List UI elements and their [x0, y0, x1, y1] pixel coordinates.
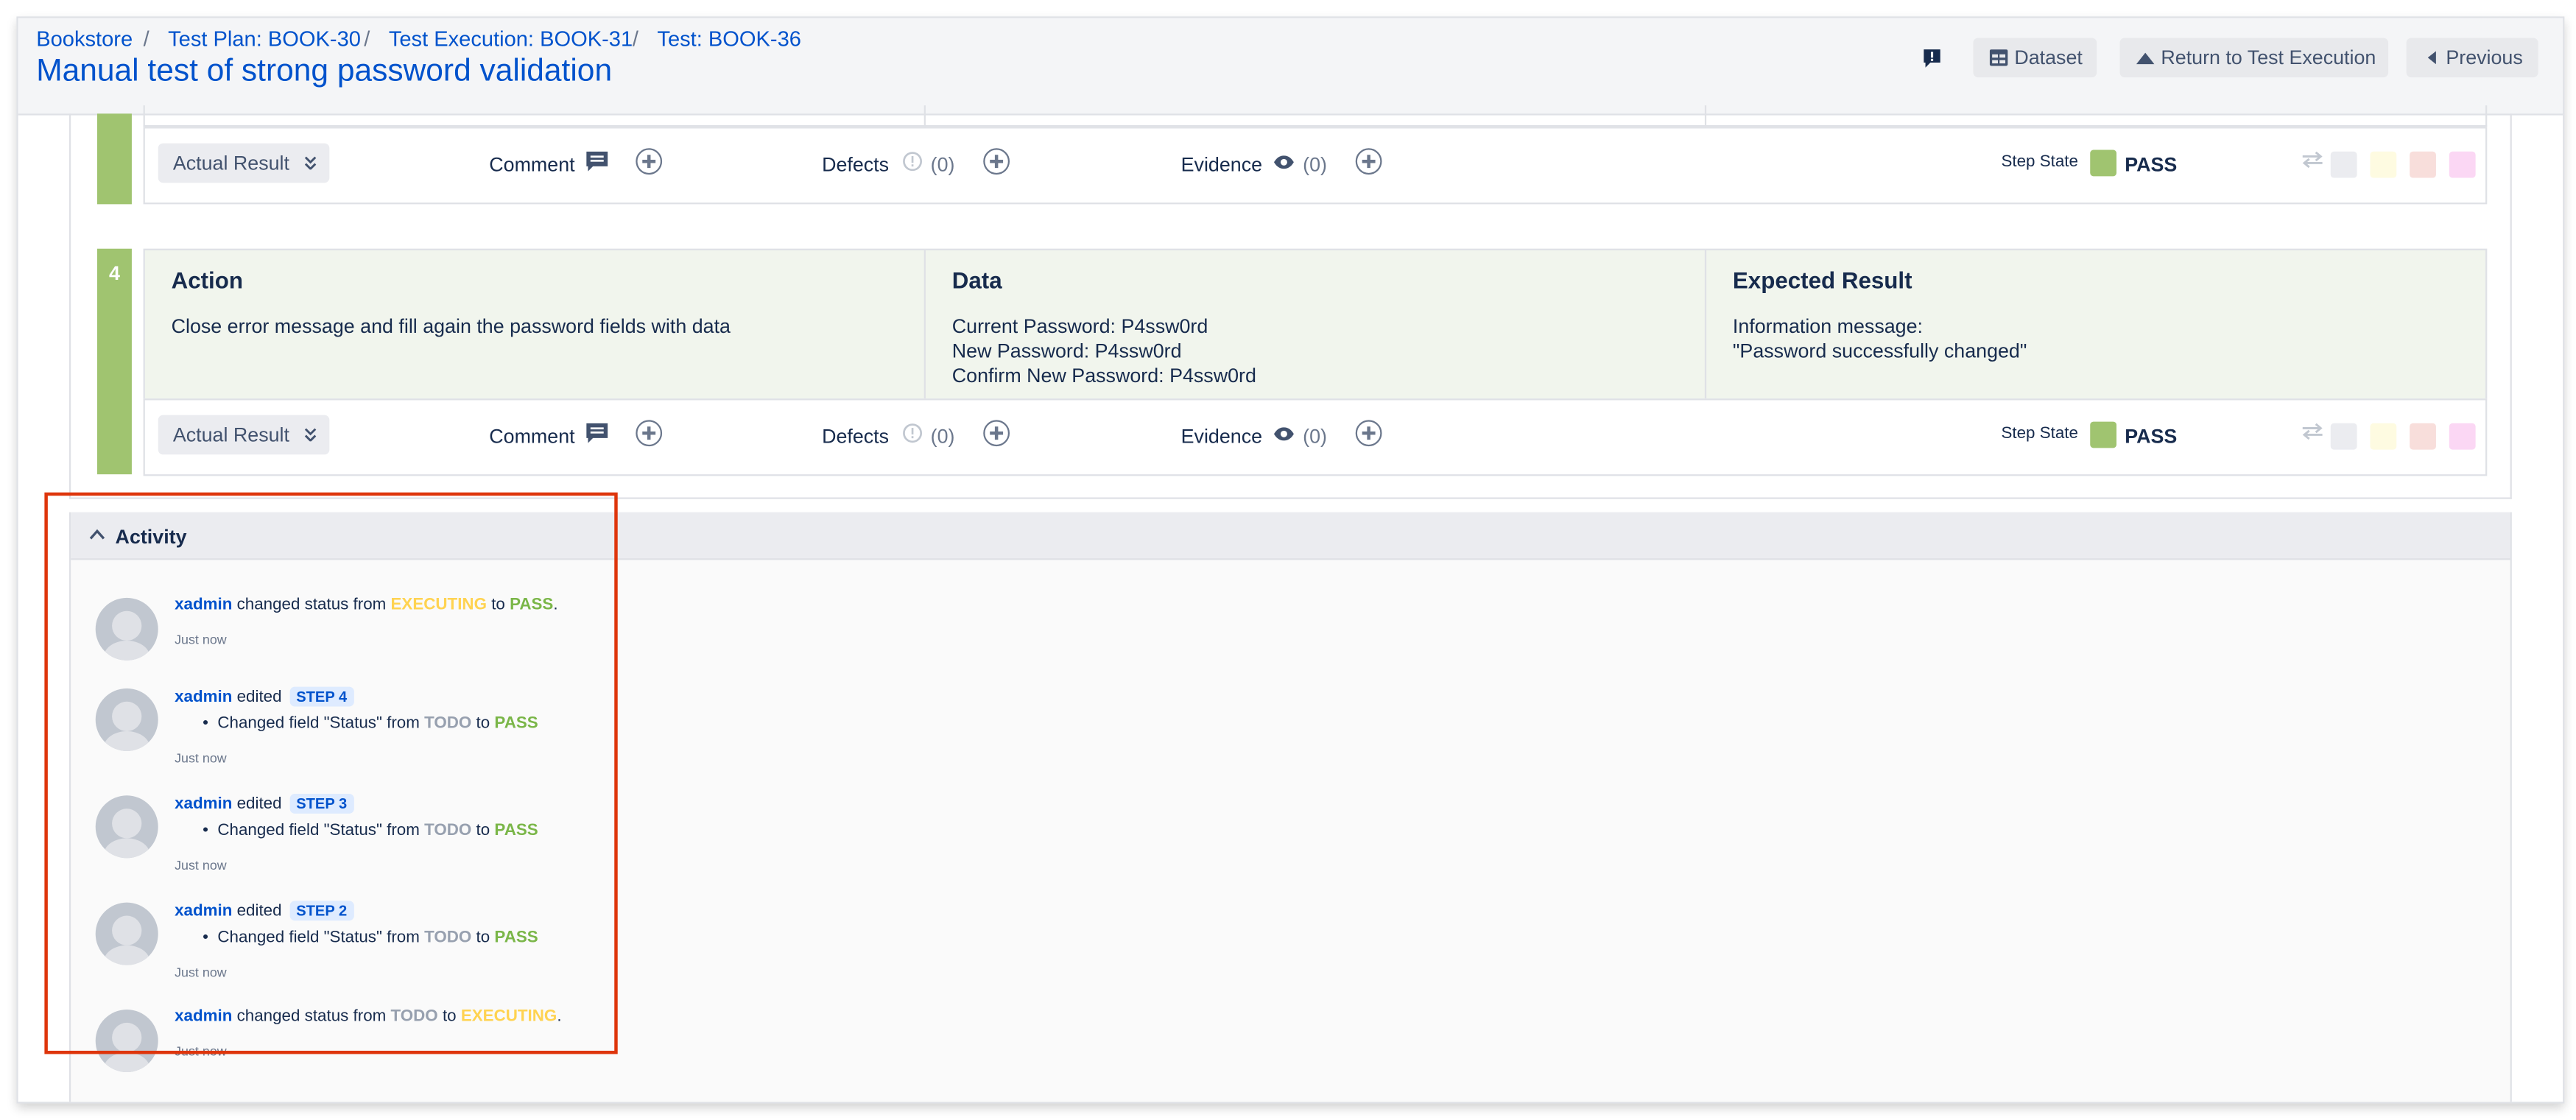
data-line: Current Password: P4ssw0rd [951, 314, 1208, 338]
page-header: Bookstore / Test Plan: BOOK-30 / Test Ex… [18, 18, 2563, 116]
info-icon [903, 423, 923, 443]
test-steps-panel: Actual Result Comment Defects (0) Eviden… [68, 105, 2512, 499]
defects-label: Defects [822, 153, 890, 177]
step-4-expected: Information message: "Password successfu… [1733, 314, 2459, 364]
evidence-label: Evidence [1180, 425, 1263, 448]
table-icon [1989, 49, 2008, 66]
step-state-label: Step State [2001, 153, 2078, 172]
evidence-label: Evidence [1180, 153, 1263, 177]
step-state-value: PASS [2125, 153, 2178, 177]
step-4-action: Close error message and fill again the p… [171, 314, 731, 338]
defects-count: (0) [930, 425, 955, 448]
comment-label: Comment [489, 425, 575, 448]
highlight-box [44, 492, 618, 1054]
step-state-swatch [2090, 421, 2117, 448]
step-3-actions-bar: Actual Result Comment Defects (0) Eviden… [143, 127, 2488, 205]
actual-result-label: Actual Result [172, 423, 289, 447]
comment-icon[interactable] [586, 423, 608, 443]
data-line: Confirm New Password: P4ssw0rd [951, 364, 1256, 387]
status-todo-button[interactable] [2330, 423, 2357, 450]
triangle-left-icon [2427, 51, 2436, 65]
actual-result-toggle[interactable]: Actual Result [158, 415, 330, 455]
status-executing-button[interactable] [2370, 423, 2397, 450]
data-header: Data [951, 267, 1002, 294]
step-state-swatch [2090, 149, 2117, 177]
expected-line: Information message: [1732, 314, 1923, 338]
comment-icon[interactable] [586, 151, 608, 172]
breadcrumb-test-plan[interactable]: Test Plan: BOOK-30 [168, 27, 361, 52]
triangle-up-icon [2136, 52, 2155, 64]
breadcrumb-test[interactable]: Test: BOOK-36 [657, 27, 801, 52]
double-chevron-down-icon [304, 156, 316, 170]
add-comment-icon[interactable] [636, 148, 663, 175]
step-state-value: PASS [2125, 425, 2178, 448]
previous-button[interactable]: Previous [2406, 38, 2538, 78]
step-number-3 [96, 113, 132, 205]
breadcrumb-bookstore[interactable]: Bookstore [36, 27, 133, 52]
status-todo-button[interactable] [2330, 151, 2357, 178]
defects-count: (0) [930, 153, 955, 177]
swap-icon[interactable] [2301, 423, 2324, 440]
dataset-button-label: Dataset [2014, 46, 2083, 69]
breadcrumb-separator: / [632, 26, 638, 52]
breadcrumb-separator: / [364, 26, 370, 52]
step-4-actions-bar: Actual Result Comment Defects (0) Eviden… [143, 398, 2488, 476]
status-fail-button[interactable] [2410, 151, 2436, 178]
step-4-action-column: Action Close error message and fill agai… [145, 250, 926, 399]
feedback-icon[interactable] [1922, 48, 1942, 69]
expected-result-header: Expected Result [1732, 267, 1912, 294]
swap-icon[interactable] [2301, 151, 2324, 169]
breadcrumb-separator: / [143, 26, 149, 52]
data-line: New Password: P4ssw0rd [951, 339, 1182, 363]
step-3-details [143, 105, 2488, 138]
actual-result-label: Actual Result [172, 151, 289, 175]
page-title: Manual test of strong password validatio… [36, 54, 613, 89]
status-executing-button[interactable] [2370, 151, 2397, 178]
status-aborted-button[interactable] [2449, 151, 2476, 178]
previous-button-label: Previous [2446, 46, 2523, 69]
action-header: Action [171, 267, 244, 294]
status-fail-button[interactable] [2410, 423, 2436, 450]
step-state-label: Step State [2001, 425, 2078, 443]
add-defect-icon[interactable] [983, 148, 1010, 175]
breadcrumb-test-execution[interactable]: Test Execution: BOOK-31 [389, 27, 633, 52]
add-comment-icon[interactable] [636, 420, 663, 447]
return-button-label: Return to Test Execution [2161, 46, 2376, 69]
eye-icon [1274, 427, 1294, 441]
add-evidence-icon[interactable] [1355, 148, 1382, 175]
dataset-button[interactable]: Dataset [1973, 38, 2097, 78]
step-4-expected-column: Expected Result Information message: "Pa… [1706, 250, 2485, 398]
comment-label: Comment [489, 153, 575, 177]
add-evidence-icon[interactable] [1355, 420, 1382, 447]
step-4-data: Current Password: P4ssw0rd New Password:… [952, 314, 1678, 389]
step-4-details: Action Close error message and fill agai… [143, 248, 2488, 401]
evidence-count: (0) [1303, 153, 1327, 177]
add-defect-icon[interactable] [983, 420, 1010, 447]
evidence-count: (0) [1303, 425, 1327, 448]
step-4-data-column: Data Current Password: P4ssw0rd New Pass… [926, 250, 1707, 399]
step-number-4: 4 [96, 248, 132, 475]
info-icon [903, 152, 923, 172]
return-to-test-execution-button[interactable]: Return to Test Execution [2119, 38, 2389, 78]
actual-result-toggle[interactable]: Actual Result [158, 143, 330, 183]
defects-label: Defects [822, 425, 890, 448]
status-aborted-button[interactable] [2449, 423, 2476, 450]
double-chevron-down-icon [304, 428, 316, 442]
expected-line: "Password successfully changed" [1732, 339, 2027, 363]
eye-icon [1274, 155, 1294, 169]
